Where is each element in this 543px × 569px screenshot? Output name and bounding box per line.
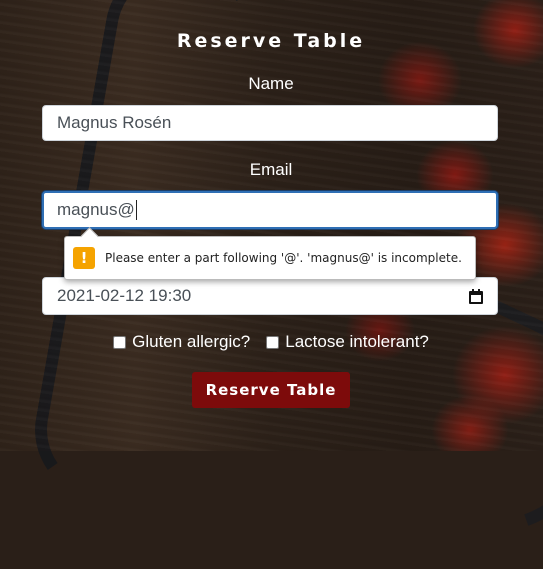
calendar-icon[interactable] bbox=[469, 288, 483, 304]
lactose-checkbox-label: Lactose intolerant? bbox=[285, 332, 429, 351]
email-input[interactable]: magnus@ bbox=[42, 191, 498, 229]
gluten-checkbox[interactable] bbox=[113, 335, 127, 349]
lactose-checkbox-item[interactable]: Lactose intolerant? bbox=[266, 332, 429, 352]
form-title: Reserve Table bbox=[176, 30, 366, 52]
name-label: Name bbox=[248, 74, 294, 93]
email-label: Email bbox=[249, 160, 293, 179]
validation-message: Please enter a part following '@'. 'magn… bbox=[105, 251, 462, 265]
dietary-options: Gluten allergic? Lactose intolerant? bbox=[42, 332, 500, 352]
name-input-value: Magnus Rosén bbox=[57, 113, 172, 132]
gluten-checkbox-label: Gluten allergic? bbox=[132, 332, 251, 351]
name-input[interactable]: Magnus Rosén bbox=[42, 105, 498, 141]
datetime-input-value: 2021-02-12 19:30 bbox=[57, 286, 192, 305]
email-input-value: magnus@ bbox=[57, 200, 135, 219]
reserve-table-button[interactable]: Reserve Table bbox=[192, 372, 350, 408]
validation-tooltip: ! Please enter a part following '@'. 'ma… bbox=[64, 236, 476, 280]
text-caret bbox=[135, 200, 137, 220]
warning-icon: ! bbox=[73, 247, 95, 269]
datetime-input[interactable]: 2021-02-12 19:30 bbox=[42, 277, 498, 315]
gluten-checkbox-item[interactable]: Gluten allergic? bbox=[113, 332, 250, 352]
lactose-checkbox[interactable] bbox=[266, 335, 280, 349]
